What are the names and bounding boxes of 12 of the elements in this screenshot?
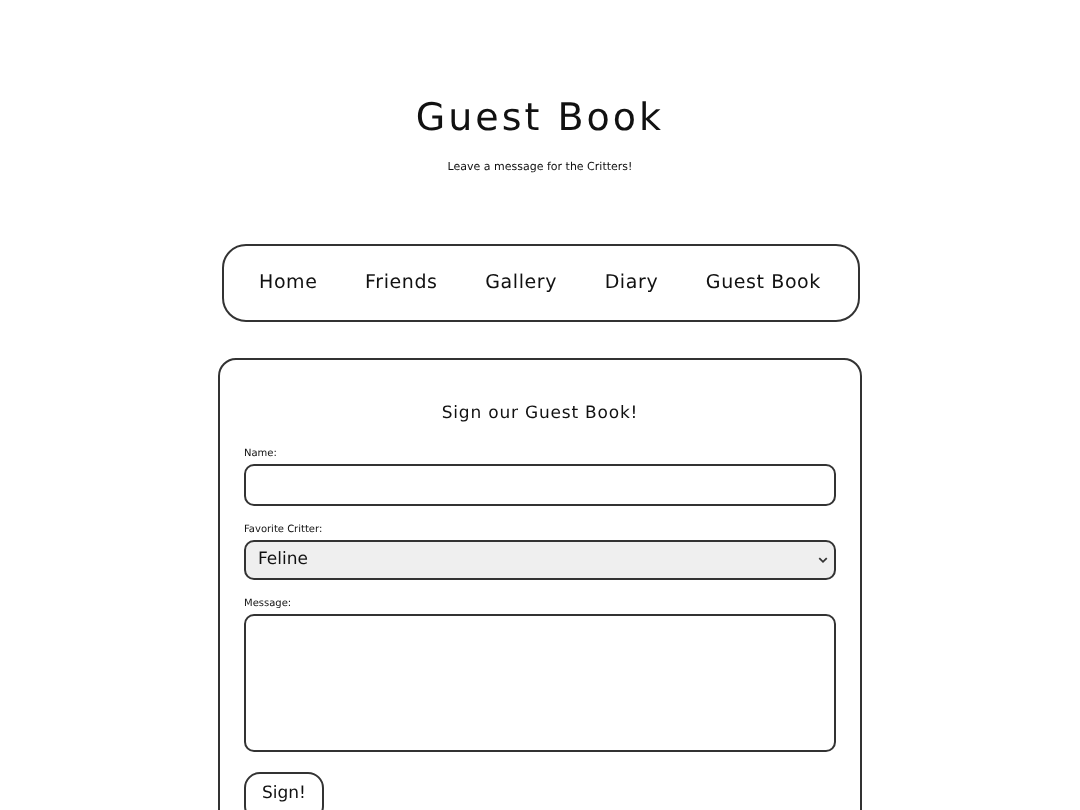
critter-select[interactable]: Feline (244, 540, 836, 580)
name-input[interactable] (244, 464, 836, 506)
nav-link[interactable]: Gallery (485, 272, 558, 294)
page-title: Guest Book (415, 96, 665, 140)
chevron-down-icon (818, 556, 828, 564)
form-heading: Sign our Guest Book! (439, 404, 641, 424)
nav-link[interactable]: Home (259, 272, 318, 294)
nav-link[interactable]: Friends (365, 272, 438, 294)
nav-link[interactable]: Diary (604, 272, 659, 294)
nav-link[interactable]: Guest Book (705, 272, 821, 294)
sign-button[interactable]: Sign! (244, 772, 324, 810)
message-input[interactable] (244, 614, 836, 752)
